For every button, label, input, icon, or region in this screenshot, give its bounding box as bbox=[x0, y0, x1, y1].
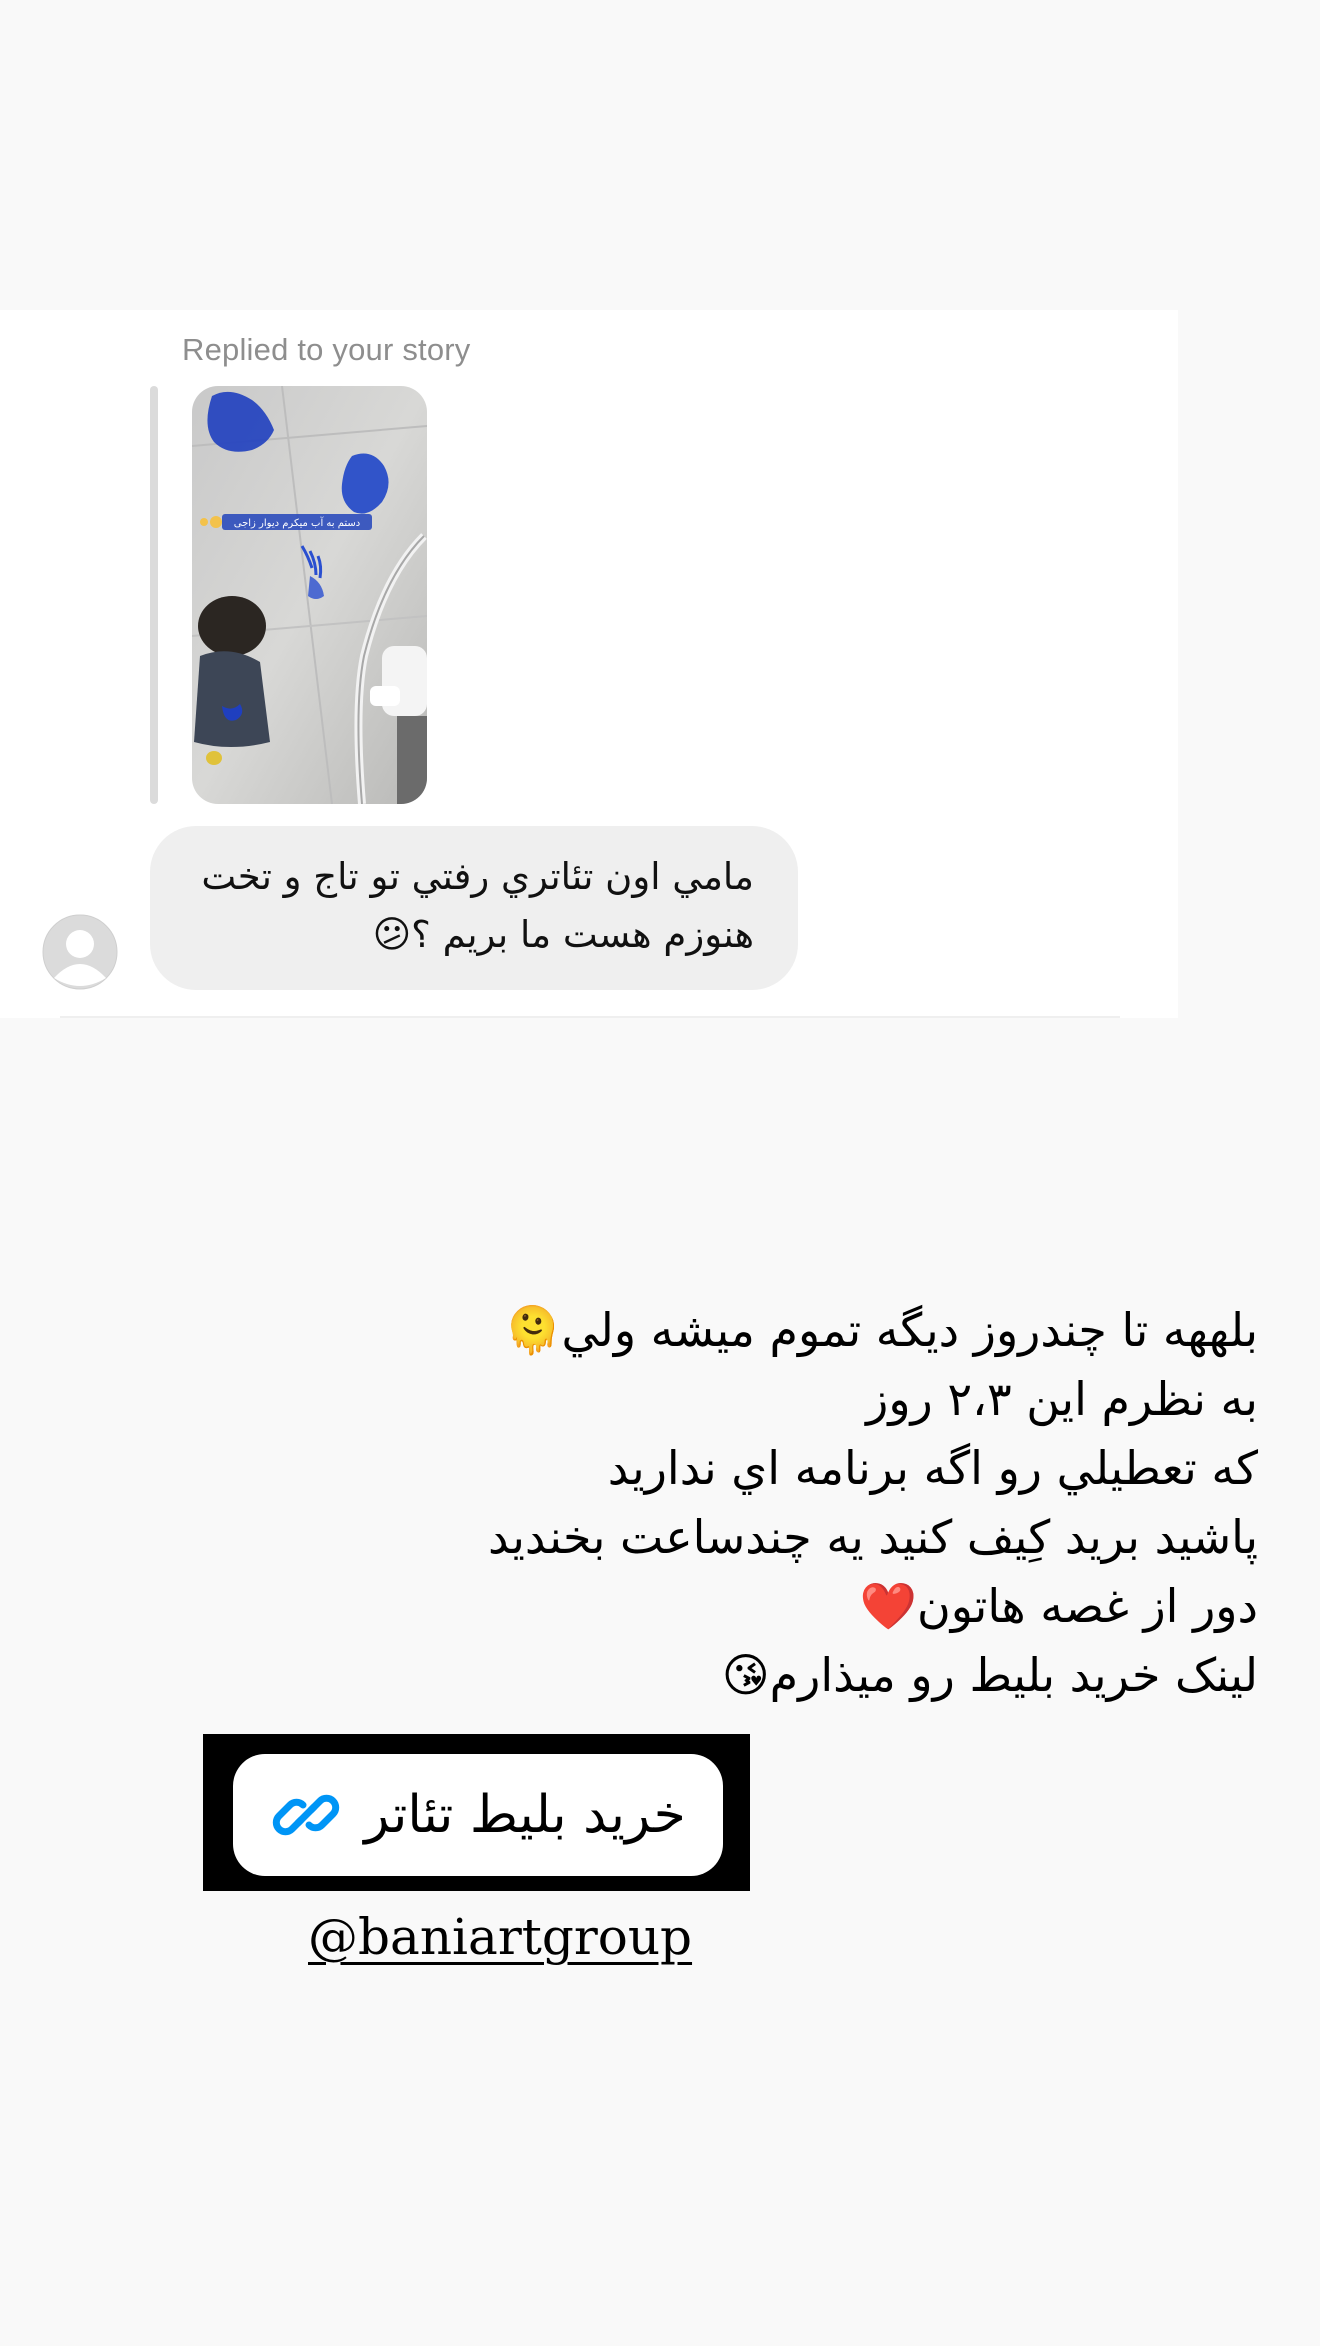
story-caption-line: دور از غصه هاتون❤️ bbox=[859, 1579, 1258, 1633]
replied-to-story-label: Replied to your story bbox=[182, 332, 471, 367]
story-caption-line: لينک خريد بليط رو ميذارم😘 bbox=[721, 1648, 1258, 1702]
story-caption-line: بلههه تا چندروز ديگه تموم ميشه ولي🫠 bbox=[504, 1303, 1258, 1357]
story-caption-line: که تعطيلي رو اگه برنامه اي نداريد bbox=[607, 1441, 1258, 1495]
story-caption-line: به نظرم اين ۲،۳ روز bbox=[866, 1372, 1258, 1426]
mention-link[interactable]: @baniartgroup bbox=[308, 1908, 692, 1966]
buy-theater-ticket-link[interactable]: خرید بلیط تئاتر bbox=[233, 1754, 723, 1876]
card-divider bbox=[60, 1016, 1120, 1018]
link-sticker-label: خرید بلیط تئاتر bbox=[364, 1785, 686, 1845]
reply-message-line: مامي اون تئاتري رفتي تو تاج و تخت bbox=[201, 855, 754, 898]
default-avatar-icon bbox=[42, 914, 118, 990]
reply-message-bubble: مامي اون تئاتري رفتي تو تاج و تخت هنوزم … bbox=[150, 826, 798, 990]
story-reply-card: Replied to your story دستم به آب میکرم د… bbox=[0, 310, 1178, 1018]
link-sticker: خرید بلیط تئاتر bbox=[203, 1734, 750, 1891]
story-caption: بلههه تا چندروز ديگه تموم ميشه ولي🫠 به ن… bbox=[358, 1296, 1258, 1710]
link-icon bbox=[273, 1794, 340, 1836]
sender-avatar[interactable] bbox=[42, 914, 118, 990]
story-caption-line: پاشيد بريد کِيف کنيد يه چندساعت بخنديد bbox=[487, 1510, 1258, 1564]
quote-bar bbox=[150, 386, 158, 804]
story-thumbnail-image: دستم به آب میکرم دیوار زاجی bbox=[192, 386, 427, 804]
reply-message-line: هنوزم هست ما بريم ؟😕 bbox=[372, 913, 754, 956]
thumbnail-caption: دستم به آب میکرم دیوار زاجی bbox=[234, 516, 360, 529]
story-thumbnail[interactable]: دستم به آب میکرم دیوار زاجی bbox=[192, 386, 427, 804]
